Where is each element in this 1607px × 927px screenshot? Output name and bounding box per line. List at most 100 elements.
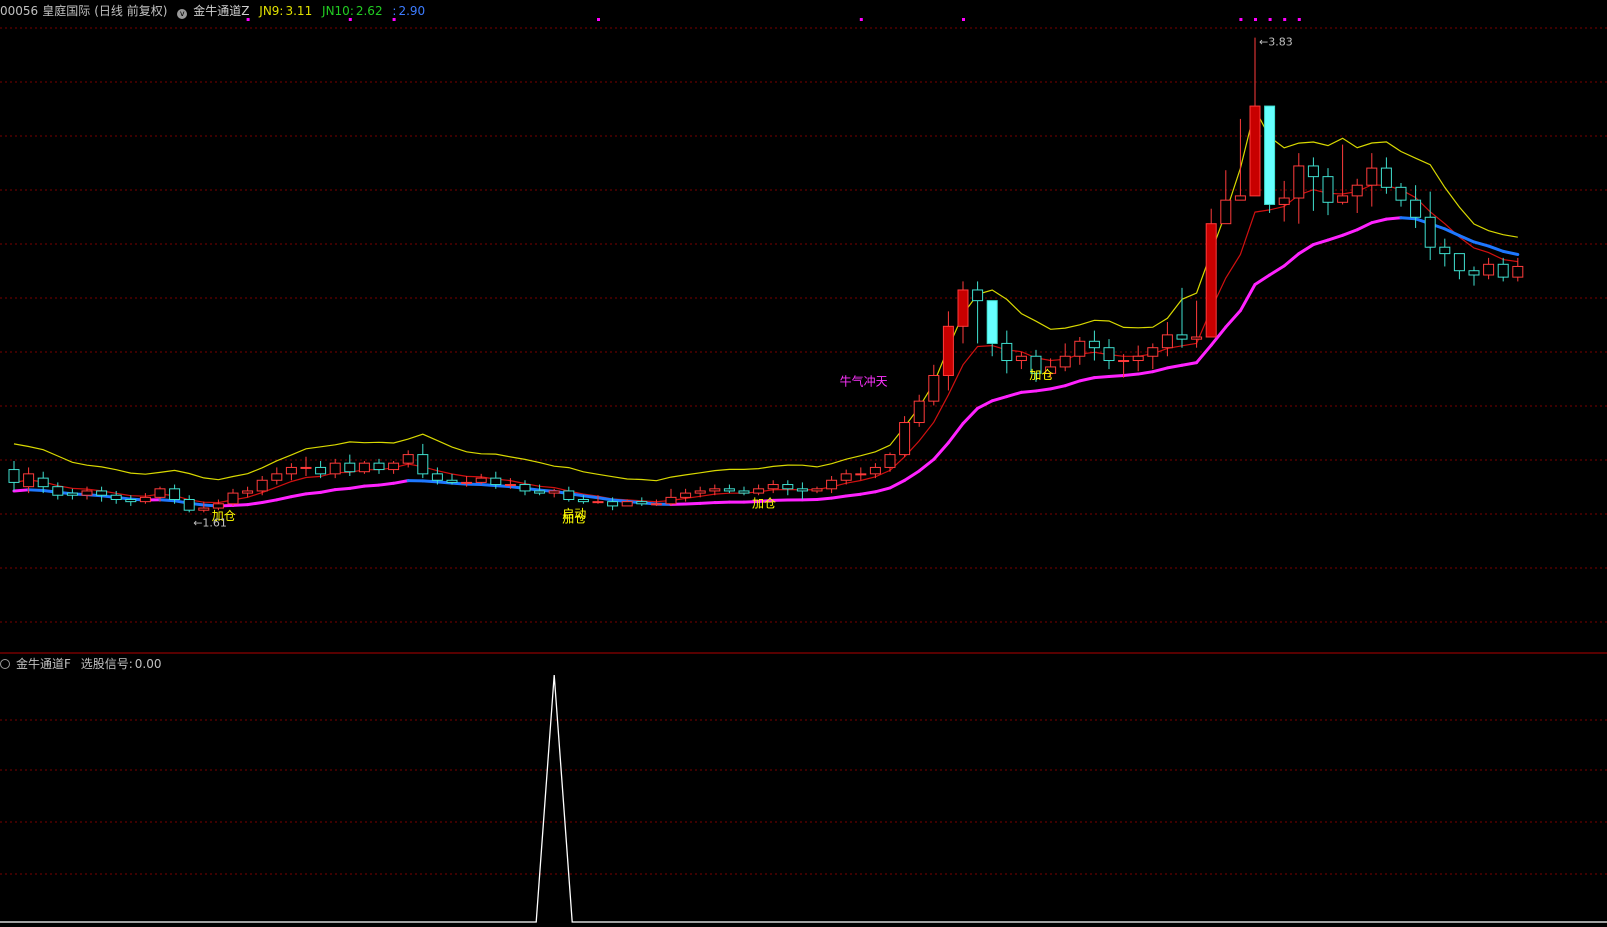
candle-body xyxy=(1497,263,1509,278)
candle-body xyxy=(1483,263,1495,276)
sub-panel-header: 金牛通道F 选股信号: 0.00 xyxy=(0,656,168,672)
marker-dot xyxy=(1239,18,1243,21)
candle-body xyxy=(1191,336,1203,340)
lower-band-segment xyxy=(698,501,717,505)
lower-band-segment xyxy=(888,478,907,490)
candle-body xyxy=(1366,167,1378,186)
candle-body xyxy=(1088,340,1100,349)
candle-body xyxy=(1439,246,1451,255)
high-price-marker: ←3.83 xyxy=(1259,36,1293,49)
marker-dot xyxy=(1297,18,1301,21)
candle-body xyxy=(709,488,721,492)
candle-body xyxy=(242,490,254,494)
candle-body xyxy=(388,462,400,471)
candle-body xyxy=(110,494,122,501)
signal-panel xyxy=(0,674,1607,923)
candle-body xyxy=(1512,265,1524,278)
lower-band-segment xyxy=(844,492,863,498)
stock-code[interactable]: 00056 xyxy=(0,4,38,18)
candle-body xyxy=(490,477,502,486)
channel-bands xyxy=(12,107,1520,508)
lower-band-segment xyxy=(1399,216,1418,221)
lower-band-segment xyxy=(377,481,396,487)
sub-indicator-name[interactable]: 金牛通道F xyxy=(16,657,71,671)
candle-body xyxy=(1293,165,1305,199)
annotation-label: 加仓 xyxy=(752,496,776,510)
lower-band-segment xyxy=(1107,373,1126,378)
candle-body xyxy=(315,466,327,475)
candle-body xyxy=(154,488,166,498)
candle-body xyxy=(855,473,867,476)
stock-name: 皇庭国际 xyxy=(42,4,91,18)
candle-body xyxy=(431,473,443,481)
candle-body xyxy=(1205,223,1217,338)
candles-group xyxy=(8,37,1524,513)
candle-body xyxy=(840,473,852,481)
jn11-label: : xyxy=(392,4,397,18)
lower-band-segment xyxy=(1326,233,1345,242)
lower-band-segment xyxy=(260,498,279,505)
candle-body xyxy=(607,501,619,507)
candle-body xyxy=(169,488,181,501)
lower-band-segment xyxy=(1253,273,1272,287)
chart-canvas: 加仓 启动加仓加仓牛气冲天 加仓←1.61←3.83 xyxy=(0,18,1607,923)
lower-band-segment xyxy=(859,490,877,496)
lower-band-segment xyxy=(1282,252,1301,268)
lower-band-segment xyxy=(684,501,702,506)
chevron-down-icon[interactable]: v xyxy=(177,9,188,19)
candle-body xyxy=(723,488,735,492)
lower-band-segment xyxy=(946,422,965,445)
marker-dot xyxy=(962,18,965,21)
low-price-marker: ←1.61 xyxy=(193,516,227,529)
candle-body xyxy=(899,422,911,456)
candle-body xyxy=(694,490,706,494)
candle-body xyxy=(942,325,954,376)
lower-band-segment xyxy=(348,484,366,490)
lower-band-segment xyxy=(1165,363,1184,370)
lower-band-segment xyxy=(1049,384,1067,391)
candle-body xyxy=(753,488,765,494)
lower-band-segment xyxy=(1501,249,1520,257)
lower-band-segment xyxy=(1384,216,1403,221)
candle-body xyxy=(1380,167,1392,188)
indicator-name[interactable]: 金牛通道Z xyxy=(193,4,249,18)
candle-body xyxy=(475,477,487,483)
candle-body xyxy=(183,499,195,511)
candle-body xyxy=(884,454,896,468)
candle-body xyxy=(1322,176,1334,203)
lower-band-segment xyxy=(990,395,1009,403)
candle-body xyxy=(986,300,998,344)
candle-body xyxy=(913,400,925,424)
candle-body xyxy=(1220,199,1232,225)
candle-body xyxy=(636,501,648,505)
candle-body xyxy=(738,490,750,494)
candle-body xyxy=(680,492,692,498)
lower-band-segment xyxy=(304,490,323,496)
lower-band-segment xyxy=(231,503,250,507)
lower-band-segment xyxy=(932,441,950,461)
lower-band-segment xyxy=(275,495,293,502)
candle-body xyxy=(665,496,677,505)
candle-body xyxy=(1307,165,1319,178)
lower-band-segment xyxy=(1355,221,1374,232)
lower-band-segment xyxy=(421,479,439,484)
candle-body xyxy=(1337,195,1349,203)
candle-body xyxy=(81,490,93,496)
lower-band-segment xyxy=(976,399,994,410)
annotation-label: 加仓 xyxy=(562,511,586,525)
lower-band-segment xyxy=(1151,366,1169,374)
lower-band-segment xyxy=(1370,217,1388,225)
period-label: (日线 前复权) xyxy=(94,4,168,18)
lower-band-segment xyxy=(1063,379,1082,388)
candle-body xyxy=(96,490,108,496)
lower-band-segment xyxy=(1224,309,1242,329)
lower-band-segment xyxy=(27,488,45,493)
candle-body xyxy=(1249,105,1261,197)
panel-toggle-icon[interactable] xyxy=(0,659,10,669)
mid-band-line xyxy=(13,184,1518,504)
lower-band-segment xyxy=(830,494,848,500)
lower-band-segment xyxy=(961,406,980,426)
candle-body xyxy=(446,479,458,483)
candle-body xyxy=(1059,355,1071,368)
candle-body xyxy=(402,454,414,464)
